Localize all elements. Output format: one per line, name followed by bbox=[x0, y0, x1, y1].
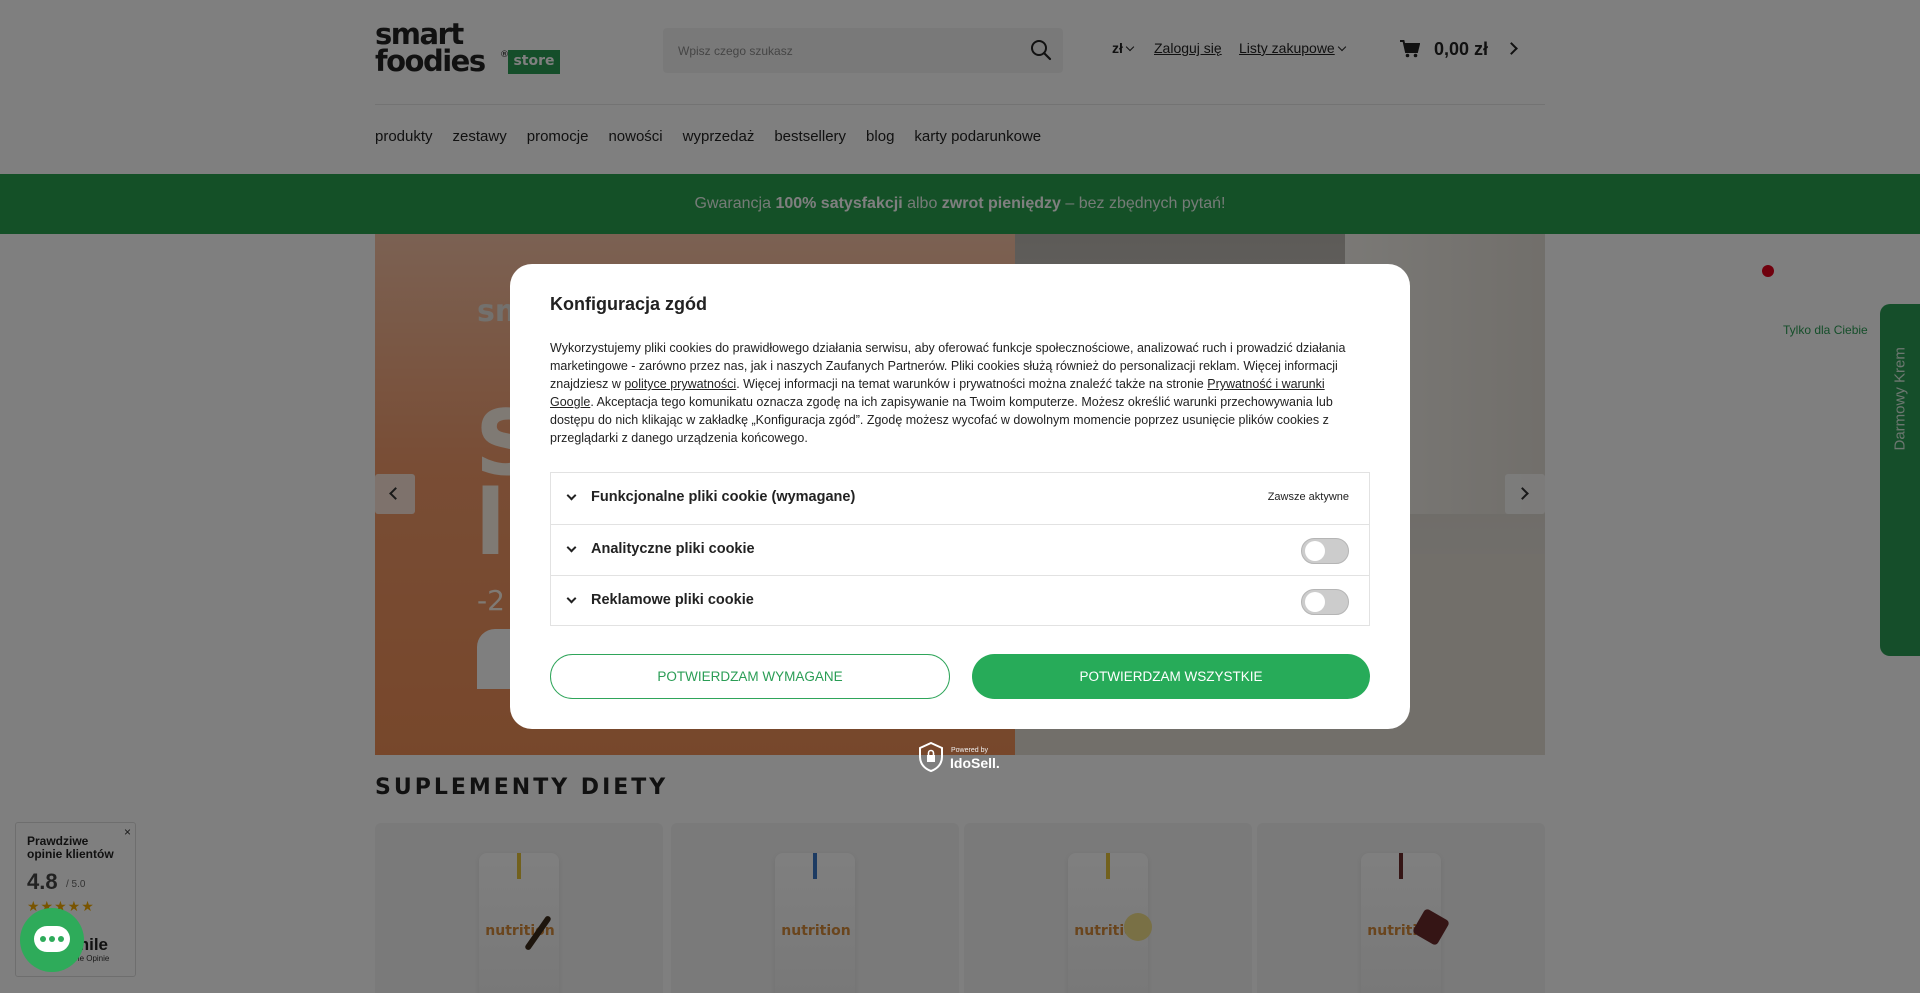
cookie-category-label: Funkcjonalne pliki cookie (wymagane) bbox=[591, 489, 856, 505]
cookie-category-functional[interactable]: Funkcjonalne pliki cookie (wymagane) Zaw… bbox=[551, 473, 1369, 524]
privacy-policy-link[interactable]: polityce prywatności bbox=[624, 377, 736, 391]
confirm-all-button[interactable]: POTWIERDZAM WSZYSTKIE bbox=[972, 654, 1370, 699]
consent-text-3: . Akceptacja tego komunikatu oznacza zgo… bbox=[550, 395, 1333, 445]
cookie-category-ads[interactable]: Reklamowe pliki cookie bbox=[551, 575, 1369, 626]
chat-dot bbox=[58, 936, 64, 942]
provider-name: IdoSell. bbox=[950, 755, 1000, 771]
powered-by-label: Powered by bbox=[951, 747, 988, 754]
chevron-down-icon[interactable] bbox=[566, 593, 577, 604]
analytics-toggle[interactable] bbox=[1301, 538, 1349, 564]
powered-by-badge: Powered by IdoSell. bbox=[918, 742, 1002, 774]
chat-button[interactable] bbox=[20, 908, 84, 972]
cookie-consent-dialog: Konfiguracja zgód Wykorzystujemy pliki c… bbox=[510, 264, 1410, 729]
confirm-required-button[interactable]: POTWIERDZAM WYMAGANE bbox=[550, 654, 950, 699]
cookie-category-label: Reklamowe pliki cookie bbox=[591, 592, 754, 608]
consent-text-2: . Więcej informacji na temat warunków i … bbox=[736, 377, 1208, 391]
chevron-down-icon[interactable] bbox=[566, 490, 577, 501]
chat-bubble-icon bbox=[34, 926, 70, 952]
cookie-category-label: Analityczne pliki cookie bbox=[591, 541, 755, 557]
ads-toggle[interactable] bbox=[1301, 589, 1349, 615]
shield-lock-icon bbox=[919, 742, 943, 772]
toggle-knob bbox=[1305, 592, 1325, 612]
toggle-knob bbox=[1305, 541, 1325, 561]
cookie-category-analytics[interactable]: Analityczne pliki cookie bbox=[551, 524, 1369, 575]
consent-title: Konfiguracja zgód bbox=[550, 294, 707, 314]
chevron-down-icon[interactable] bbox=[566, 542, 577, 553]
always-active-label: Zawsze aktywne bbox=[1267, 491, 1349, 503]
consent-description: Wykorzystujemy pliki cookies do prawidło… bbox=[550, 339, 1370, 447]
chat-dot bbox=[49, 936, 55, 942]
chat-dot bbox=[40, 936, 46, 942]
cookie-categories: Funkcjonalne pliki cookie (wymagane) Zaw… bbox=[550, 472, 1370, 626]
